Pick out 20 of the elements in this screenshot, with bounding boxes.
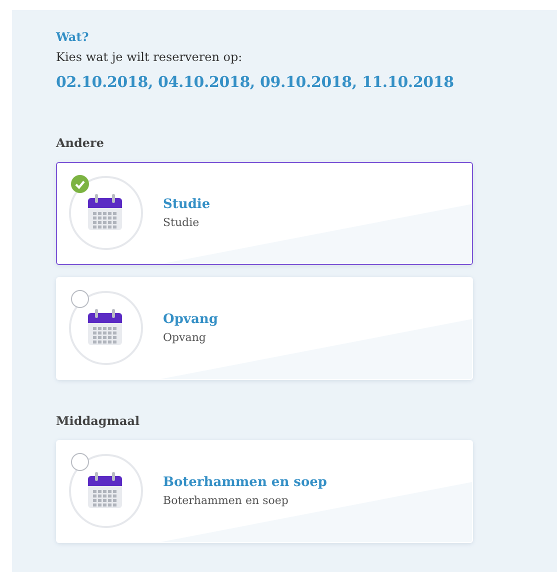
calendar-icon	[87, 308, 123, 346]
section-heading: Wat?	[56, 30, 90, 44]
option-card[interactable]: Studie Studie	[56, 162, 473, 265]
option-subtitle: Opvang	[163, 331, 207, 344]
instruction-text: Kies wat je wilt reserveren op:	[56, 50, 244, 64]
option-title: Boterhammen en soep	[163, 475, 328, 490]
option-card[interactable]: Opvang Opvang	[56, 277, 473, 380]
option-title: Studie	[163, 197, 210, 212]
selected-dates: 02.10.2018, 04.10.2018, 09.10.2018, 11.10.2018	[56, 73, 455, 91]
group-title: Middagmaal	[56, 414, 141, 428]
option-card[interactable]: Boterhammen en soep Boterhammen en soep	[56, 440, 473, 543]
radio-button[interactable]	[71, 453, 89, 471]
option-title: Opvang	[163, 312, 218, 327]
checkmark-icon[interactable]	[71, 175, 89, 193]
calendar-icon	[87, 471, 123, 509]
option-subtitle: Boterhammen en soep	[163, 494, 290, 507]
radio-button[interactable]	[71, 290, 89, 308]
calendar-icon	[87, 193, 123, 231]
group-title: Andere	[56, 136, 106, 150]
option-subtitle: Studie	[163, 216, 200, 229]
